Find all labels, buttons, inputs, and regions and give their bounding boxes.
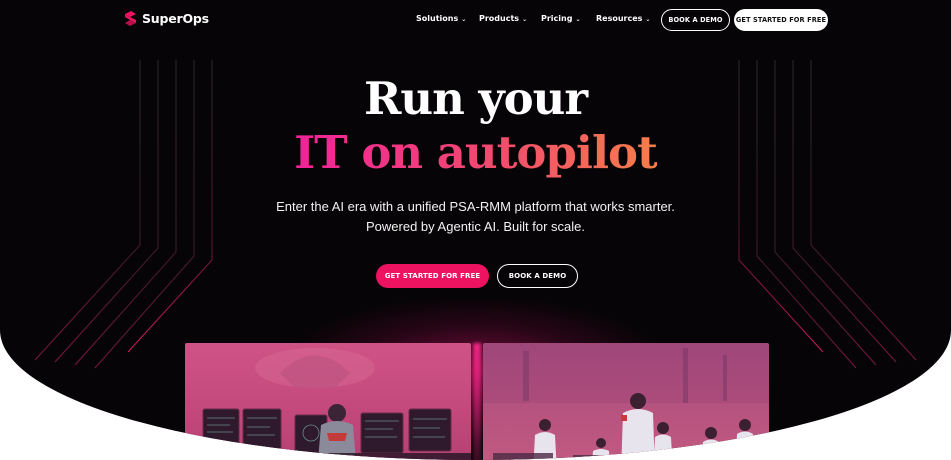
hero-title-line-2: IT on autopilot (0, 126, 951, 179)
superops-logo-icon (125, 11, 136, 26)
nav-get-started-button[interactable]: GET STARTED FOR FREE (734, 9, 828, 31)
chevron-down-icon: ⌄ (461, 15, 467, 23)
nav-item-pricing[interactable]: Pricing ⌄ (541, 14, 581, 23)
nav-item-solutions[interactable]: Solutions ⌄ (416, 14, 466, 23)
hero-subtitle-line-1: Enter the AI era with a unified PSA-RMM … (276, 199, 675, 214)
control-room-illustration (185, 343, 471, 460)
hero-book-demo-button[interactable]: BOOK A DEMO (497, 264, 578, 288)
nav-book-demo-button[interactable]: BOOK A DEMO (661, 9, 730, 31)
lab-workers-illustration (483, 343, 769, 460)
top-navigation: SuperOps Solutions ⌄ Products ⌄ Pricing … (0, 0, 951, 40)
nav-item-label: Resources (596, 14, 643, 23)
nav-item-products[interactable]: Products ⌄ (479, 14, 527, 23)
nav-item-label: Solutions (416, 14, 459, 23)
nav-item-label: Products (479, 14, 520, 23)
hero-subtitle-line-2: Powered by Agentic AI. Built for scale. (366, 219, 585, 234)
chevron-down-icon: ⌄ (522, 15, 528, 23)
nav-item-resources[interactable]: Resources ⌄ (596, 14, 650, 23)
hero-section: SuperOps Solutions ⌄ Products ⌄ Pricing … (0, 0, 951, 460)
chevron-down-icon: ⌄ (575, 15, 581, 23)
hero-title-line-1: Run your (363, 72, 588, 125)
hero-get-started-button[interactable]: GET STARTED FOR FREE (376, 264, 489, 288)
hero-title-gradient-text: IT on autopilot (294, 126, 658, 179)
nav-item-label: Pricing (541, 14, 573, 23)
chevron-down-icon: ⌄ (645, 15, 651, 23)
panel-divider-glow (473, 343, 481, 460)
brand-name: SuperOps (142, 11, 209, 26)
brand-logo[interactable]: SuperOps (124, 11, 209, 26)
